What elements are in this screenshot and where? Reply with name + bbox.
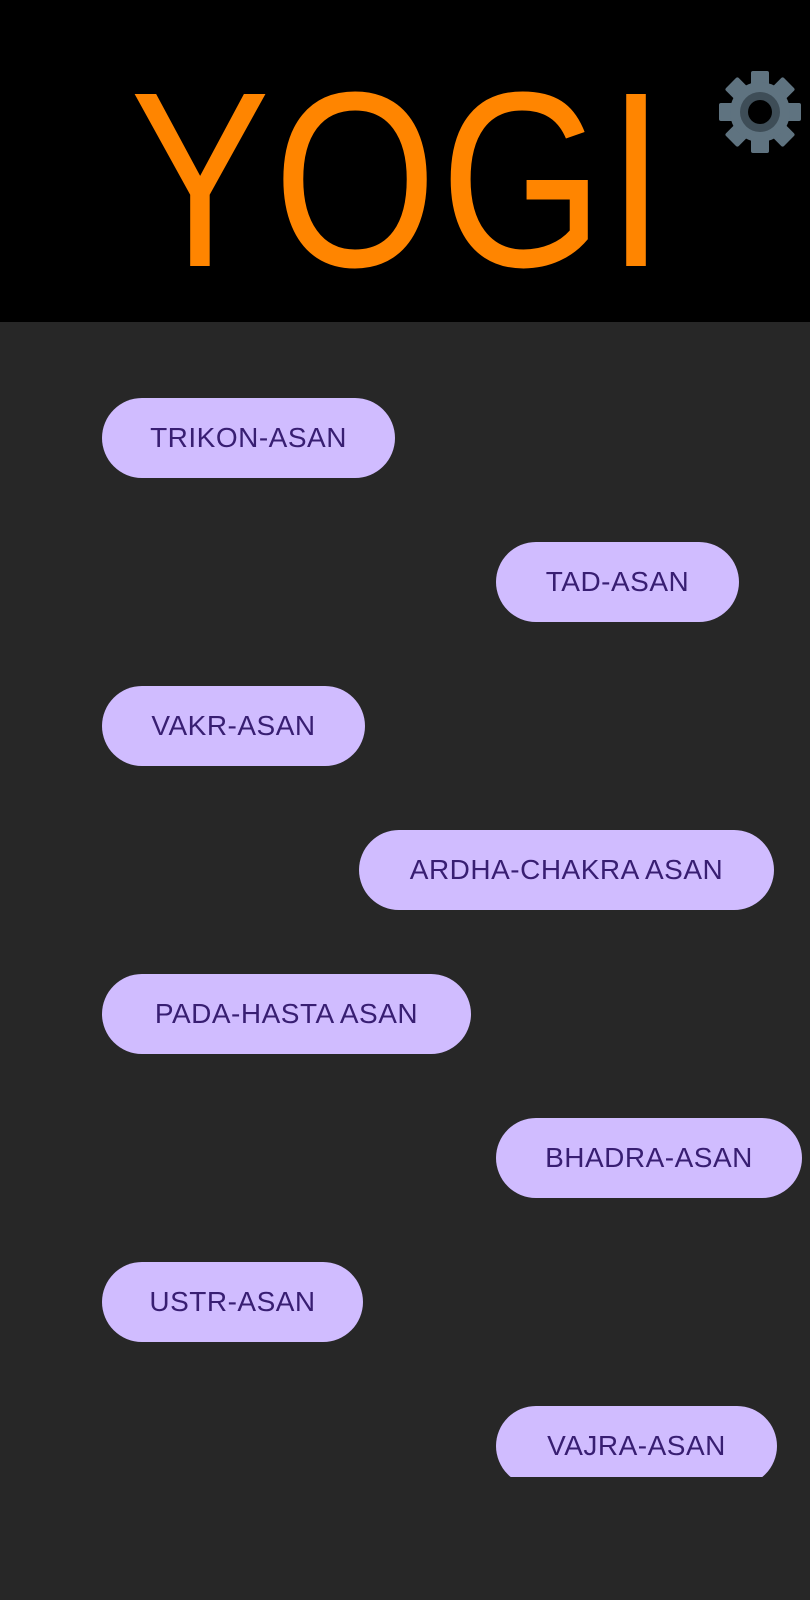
app-screen: YOGI TRIKON-ASAN TAD-ASAN VAKR-ASAN ARDH… (0, 0, 810, 1600)
app-title: YOGI (130, 40, 669, 319)
gear-icon[interactable] (716, 68, 804, 156)
bhadra-asan-button[interactable]: BHADRA-ASAN (496, 1118, 802, 1198)
vakr-asan-button[interactable]: VAKR-ASAN (102, 686, 365, 766)
pada-hasta-asan-button[interactable]: PADA-HASTA ASAN (102, 974, 471, 1054)
trikon-asan-button[interactable]: TRIKON-ASAN (102, 398, 395, 478)
ustr-asan-button[interactable]: USTR-ASAN (102, 1262, 363, 1342)
asan-list: TRIKON-ASAN TAD-ASAN VAKR-ASAN ARDHA-CHA… (0, 322, 810, 1477)
ardha-chakra-asan-button[interactable]: ARDHA-CHAKRA ASAN (359, 830, 774, 910)
vajra-asan-button[interactable]: VAJRA-ASAN (496, 1406, 777, 1477)
header-bar: YOGI (0, 0, 810, 322)
tad-asan-button[interactable]: TAD-ASAN (496, 542, 739, 622)
